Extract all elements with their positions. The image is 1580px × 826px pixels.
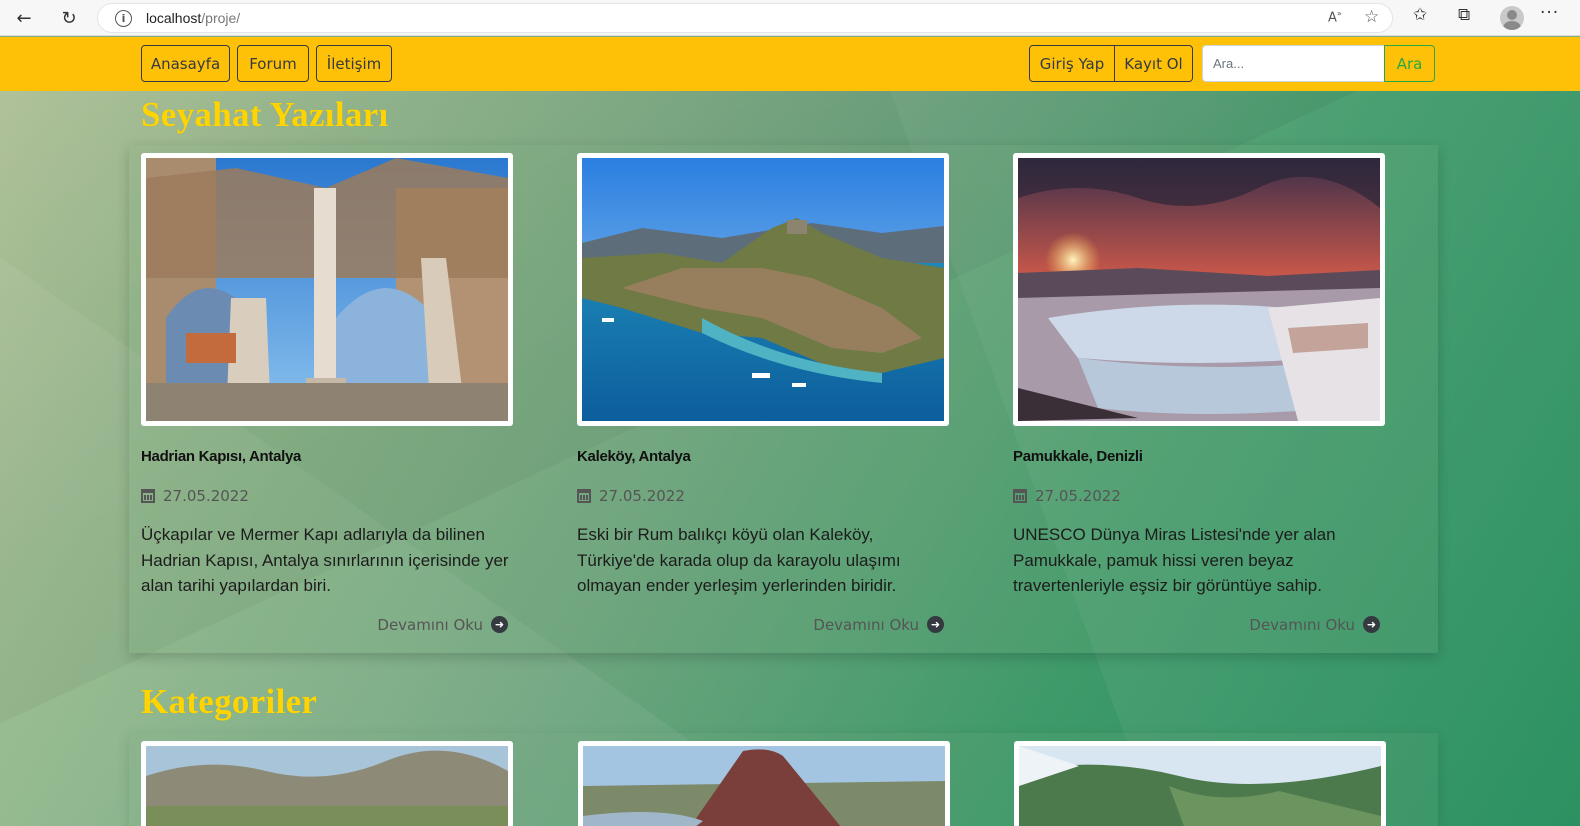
nav-contact-button[interactable]: İletişim (316, 45, 392, 82)
read-more-link[interactable]: Devamını Oku ➜ (1013, 616, 1388, 634)
category-card-image[interactable] (141, 741, 513, 826)
search-button[interactable]: Ara (1384, 45, 1435, 82)
nav-forum-button[interactable]: Forum (237, 45, 309, 82)
back-arrow-icon[interactable]: ← (10, 5, 38, 31)
post-date-text: 27.05.2022 (163, 487, 249, 505)
category-card-image[interactable] (1014, 741, 1386, 826)
read-aloud-icon[interactable]: A» (1328, 9, 1342, 25)
post-card: Pamukkale, Denizli 27.05.2022 UNESCO Dün… (1013, 153, 1388, 634)
add-favorite-icon[interactable]: ☆ (1364, 7, 1379, 27)
favorites-icon[interactable]: ✩ (1413, 5, 1427, 25)
post-date: 27.05.2022 (141, 487, 516, 505)
post-date: 27.05.2022 (1013, 487, 1388, 505)
post-title[interactable]: Kaleköy, Antalya (577, 448, 952, 465)
calendar-icon (1013, 489, 1027, 503)
arrow-circle-right-icon: ➜ (491, 616, 508, 633)
reload-icon[interactable]: ↻ (55, 5, 83, 31)
browser-toolbar: ← ↻ i localhost/proje/ A» ☆ ✩ ⧉ ··· (0, 0, 1580, 36)
post-image[interactable] (577, 153, 949, 426)
post-image[interactable] (1013, 153, 1385, 426)
page-body: Anasayfa Forum İletişim Giriş Yap Kayıt … (0, 37, 1580, 826)
post-description: UNESCO Dünya Miras Listesi'nde yer alan … (1013, 525, 1336, 595)
site-info-icon[interactable]: i (115, 10, 132, 27)
url-path: /proje/ (201, 10, 241, 26)
read-more-link[interactable]: Devamını Oku ➜ (141, 616, 516, 634)
posts-section-title: Seyahat Yazıları (141, 95, 389, 134)
post-description: Üçkapılar ve Mermer Kapı adlarıyla da bi… (141, 525, 509, 595)
post-card: Hadrian Kapısı, Antalya 27.05.2022 Üçkap… (141, 153, 516, 634)
site-navbar: Anasayfa Forum İletişim Giriş Yap Kayıt … (0, 37, 1580, 91)
nav-home-button[interactable]: Anasayfa (141, 45, 230, 82)
post-title[interactable]: Hadrian Kapısı, Antalya (141, 448, 516, 465)
post-date-text: 27.05.2022 (599, 487, 685, 505)
read-more-label: Devamını Oku (813, 615, 919, 634)
auth-button-group: Giriş Yap Kayıt Ol (1029, 45, 1193, 82)
read-more-label: Devamını Oku (377, 615, 483, 634)
read-more-label: Devamını Oku (1249, 615, 1355, 634)
read-more-link[interactable]: Devamını Oku ➜ (577, 616, 952, 634)
post-card: Kaleköy, Antalya 27.05.2022 Eski bir Rum… (577, 153, 952, 634)
address-bar[interactable]: i localhost/proje/ A» ☆ (97, 3, 1393, 33)
url-host: localhost (146, 10, 202, 26)
calendar-icon (577, 489, 591, 503)
calendar-icon (141, 489, 155, 503)
arrow-circle-right-icon: ➜ (927, 616, 944, 633)
post-date: 27.05.2022 (577, 487, 952, 505)
categories-section-title: Kategoriler (141, 682, 318, 721)
register-button[interactable]: Kayıt Ol (1115, 46, 1192, 81)
login-button[interactable]: Giriş Yap (1030, 46, 1115, 81)
more-menu-icon[interactable]: ··· (1540, 3, 1559, 23)
search-input[interactable] (1202, 45, 1385, 82)
post-image[interactable] (141, 153, 513, 426)
arrow-circle-right-icon: ➜ (1363, 616, 1380, 633)
post-title[interactable]: Pamukkale, Denizli (1013, 448, 1388, 465)
post-date-text: 27.05.2022 (1035, 487, 1121, 505)
category-card-image[interactable] (578, 741, 950, 826)
collections-icon[interactable]: ⧉ (1458, 5, 1470, 25)
profile-avatar-icon[interactable] (1500, 6, 1524, 30)
url-text[interactable]: localhost/proje/ (146, 10, 240, 26)
post-description: Eski bir Rum balıkçı köyü olan Kaleköy, … (577, 525, 901, 595)
